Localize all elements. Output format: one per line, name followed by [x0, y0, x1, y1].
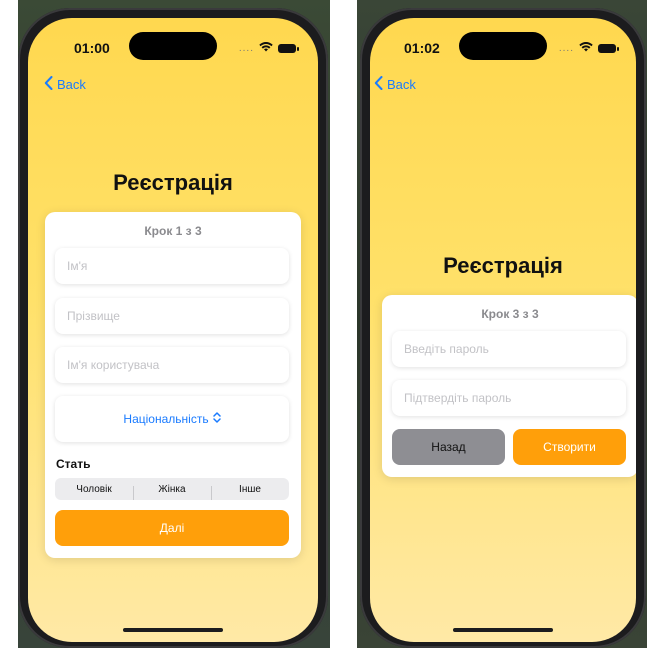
back-link[interactable]: Back: [374, 76, 416, 93]
confirm-password-field[interactable]: [392, 380, 626, 416]
page-title: Реєстрація: [443, 253, 563, 278]
page-title: Реєстрація: [113, 170, 233, 195]
status-icons: ....: [238, 39, 299, 57]
battery-icon: [278, 43, 299, 53]
status-time: 01:00: [74, 40, 110, 56]
gender-option-other[interactable]: Інше: [211, 484, 289, 500]
nationality-picker[interactable]: Національність: [55, 396, 289, 442]
battery-icon: [598, 43, 619, 53]
gender-option-male[interactable]: Чоловік: [55, 484, 133, 495]
screen-step-1: 01:00 .... Back Реєстрація Крок 1 з 3 На…: [28, 18, 318, 642]
create-button[interactable]: Створити: [513, 429, 626, 465]
dynamic-island: [129, 32, 217, 60]
registration-card-step-3: Крок 3 з 3 Назад Створити: [382, 295, 636, 477]
chevron-up-down-icon: [212, 412, 221, 426]
back-label: Back: [57, 77, 86, 92]
username-field[interactable]: [55, 347, 289, 383]
nationality-label: Національність: [123, 412, 209, 426]
phone-frame-step-1: 01:00 .... Back Реєстрація Крок 1 з 3 На…: [18, 8, 328, 648]
home-indicator: [453, 628, 553, 632]
wifi-icon: [579, 39, 593, 57]
back-label: Back: [387, 77, 416, 92]
registration-card-step-1: Крок 1 з 3 Національність Стать Чоловік …: [45, 212, 301, 558]
back-button[interactable]: Назад: [392, 429, 505, 465]
next-button[interactable]: Далі: [55, 510, 289, 546]
signal-dots: ....: [238, 42, 254, 54]
dynamic-island: [459, 32, 547, 60]
status-time: 01:02: [404, 40, 440, 56]
back-link[interactable]: Back: [44, 76, 86, 93]
step-indicator: Крок 3 з 3: [481, 307, 539, 321]
home-indicator: [123, 628, 223, 632]
first-name-field[interactable]: [55, 248, 289, 284]
chevron-left-icon: [374, 76, 383, 93]
status-icons: ....: [558, 39, 619, 57]
phone-frame-step-3: 01:02 .... Back Реєстрація Крок 3 з 3 На…: [360, 8, 646, 648]
last-name-field[interactable]: [55, 298, 289, 334]
wifi-icon: [259, 39, 273, 57]
gender-label: Стать: [56, 457, 91, 471]
signal-dots: ....: [558, 42, 574, 54]
step-indicator: Крок 1 з 3: [144, 224, 202, 238]
gender-segmented-control: Чоловік Жінка Інше: [55, 478, 289, 500]
gender-option-female[interactable]: Жінка: [133, 484, 211, 500]
password-field[interactable]: [392, 331, 626, 367]
chevron-left-icon: [44, 76, 53, 93]
screen-step-3: 01:02 .... Back Реєстрація Крок 3 з 3 На…: [370, 18, 636, 642]
